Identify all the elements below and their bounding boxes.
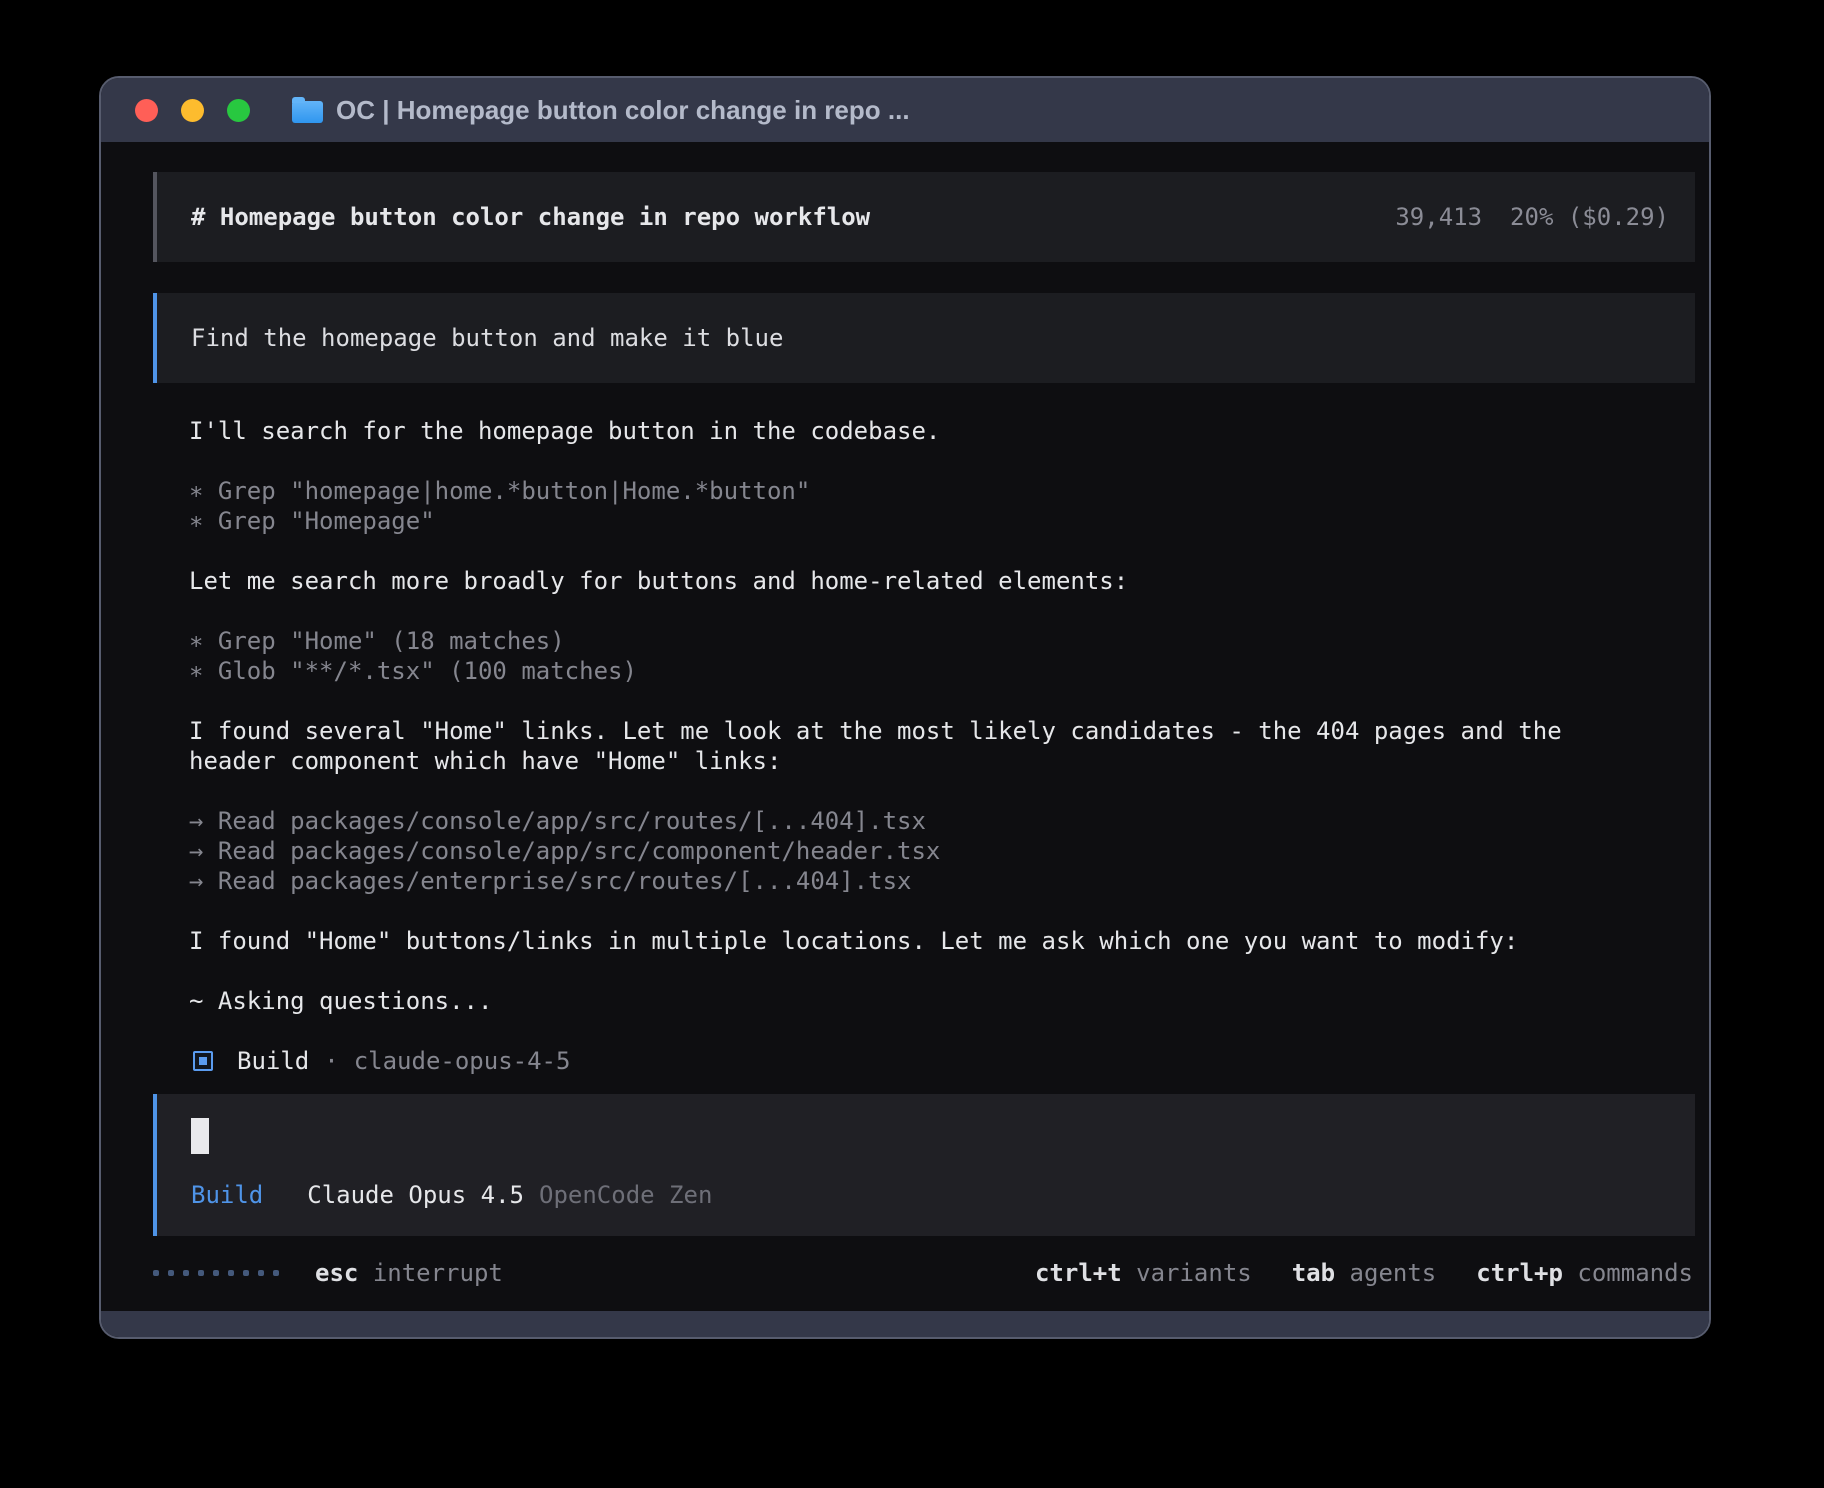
- terminal-window: OC | Homepage button color change in rep…: [99, 76, 1711, 1339]
- title-group: OC | Homepage button color change in rep…: [292, 95, 910, 126]
- tool-call-group: → Read packages/console/app/src/routes/[…: [189, 806, 1695, 896]
- hint-label-text: interrupt: [373, 1259, 503, 1287]
- session-header: # Homepage button color change in repo w…: [153, 172, 1695, 262]
- status-left: esc interrupt: [153, 1259, 503, 1287]
- agent-model: claude-opus-4-5: [354, 1047, 571, 1075]
- hint-commands: ctrl+p commands: [1476, 1259, 1693, 1287]
- titlebar: OC | Homepage button color change in rep…: [101, 78, 1709, 142]
- input-meta: Build Claude Opus 4.5 OpenCode Zen: [191, 1180, 1669, 1210]
- session-stats: 39,413 20% ($0.29): [1395, 203, 1669, 231]
- hint-key: ctrl+t: [1035, 1259, 1122, 1287]
- conversation: I'll search for the homepage button in t…: [153, 416, 1695, 1016]
- tool-call-line: → Read packages/enterprise/src/routes/[.…: [189, 866, 1695, 896]
- tool-call-line: → Read packages/console/app/src/componen…: [189, 836, 1695, 866]
- session-title: # Homepage button color change in repo w…: [191, 203, 870, 231]
- tool-call-line: ∗ Grep "homepage|home.*button|Home.*butt…: [189, 476, 1695, 506]
- assistant-text-line: I found several "Home" links. Let me loo…: [189, 716, 1695, 746]
- tool-call-line: ∗ Grep "Home" (18 matches): [189, 626, 1695, 656]
- user-message: Find the homepage button and make it blu…: [153, 293, 1695, 383]
- hint-agents: tab agents: [1292, 1259, 1437, 1287]
- text-cursor: [191, 1118, 209, 1154]
- user-message-text: Find the homepage button and make it blu…: [191, 324, 783, 352]
- tool-call-line: → Read packages/console/app/src/routes/[…: [189, 806, 1695, 836]
- agent-mode-label[interactable]: Build: [191, 1181, 263, 1209]
- hint-key: tab: [1292, 1259, 1335, 1287]
- spinner-dot: [273, 1270, 279, 1276]
- spinner-dot: [258, 1270, 264, 1276]
- spinner-dot: [213, 1270, 219, 1276]
- assistant-text-line: I'll search for the homepage button in t…: [189, 416, 1695, 446]
- context-usage: 20% ($0.29): [1510, 203, 1669, 231]
- assistant-paragraph: I'll search for the homepage button in t…: [189, 416, 1695, 446]
- hint-interrupt: esc interrupt: [315, 1259, 503, 1287]
- agent-name: Build: [237, 1047, 309, 1075]
- hint-label: [358, 1259, 372, 1287]
- spinner-dot: [183, 1270, 189, 1276]
- provider-label: OpenCode Zen: [539, 1181, 712, 1209]
- hint-label: commands: [1563, 1259, 1693, 1287]
- maximize-window-button[interactable]: [227, 99, 250, 122]
- spinner-dot: [228, 1270, 234, 1276]
- spinner-dot: [153, 1270, 159, 1276]
- assistant-paragraph: I found several "Home" links. Let me loo…: [189, 716, 1695, 776]
- assistant-paragraph: I found "Home" buttons/links in multiple…: [189, 926, 1695, 956]
- folder-icon: [292, 101, 323, 123]
- spinner-dot: [198, 1270, 204, 1276]
- terminal-content: # Homepage button color change in repo w…: [101, 142, 1709, 1311]
- build-agent-icon: [193, 1051, 213, 1071]
- hint-label: agents: [1335, 1259, 1436, 1287]
- tool-call-group: ∗ Grep "Home" (18 matches)∗ Glob "**/*.t…: [189, 626, 1695, 686]
- traffic-lights: [135, 99, 250, 122]
- assistant-text-line: I found "Home" buttons/links in multiple…: [189, 926, 1695, 956]
- assistant-text-line: ~ Asking questions...: [189, 986, 1695, 1016]
- close-window-button[interactable]: [135, 99, 158, 122]
- assistant-paragraph: ~ Asking questions...: [189, 986, 1695, 1016]
- status-right: ctrl+t variants tab agents ctrl+p commands: [1035, 1259, 1693, 1287]
- window-bottom-strip: [101, 1311, 1709, 1337]
- token-count: 39,413: [1395, 203, 1482, 231]
- spinner-dot: [243, 1270, 249, 1276]
- window-title: OC | Homepage button color change in rep…: [336, 95, 910, 126]
- agent-status-line: Build · claude-opus-4-5: [153, 1046, 1695, 1076]
- assistant-text-line: Let me search more broadly for buttons a…: [189, 566, 1695, 596]
- agent-separator: ·: [324, 1047, 338, 1075]
- tool-call-line: ∗ Grep "Homepage": [189, 506, 1695, 536]
- spinner-dot: [168, 1270, 174, 1276]
- hint-key: ctrl+p: [1476, 1259, 1563, 1287]
- status-bar: esc interrupt ctrl+t variantstab agentsc…: [153, 1258, 1695, 1288]
- minimize-window-button[interactable]: [181, 99, 204, 122]
- spinner-dots: [153, 1270, 279, 1276]
- assistant-text-line: header component which have "Home" links…: [189, 746, 1695, 776]
- hint-label: variants: [1122, 1259, 1252, 1287]
- prompt-input[interactable]: Build Claude Opus 4.5 OpenCode Zen: [153, 1094, 1695, 1236]
- tool-call-group: ∗ Grep "homepage|home.*button|Home.*butt…: [189, 476, 1695, 536]
- hint-variants: ctrl+t variants: [1035, 1259, 1252, 1287]
- model-label[interactable]: Claude Opus 4.5: [307, 1181, 524, 1209]
- hint-key: esc: [315, 1259, 358, 1287]
- assistant-paragraph: Let me search more broadly for buttons a…: [189, 566, 1695, 596]
- tool-call-line: ∗ Glob "**/*.tsx" (100 matches): [189, 656, 1695, 686]
